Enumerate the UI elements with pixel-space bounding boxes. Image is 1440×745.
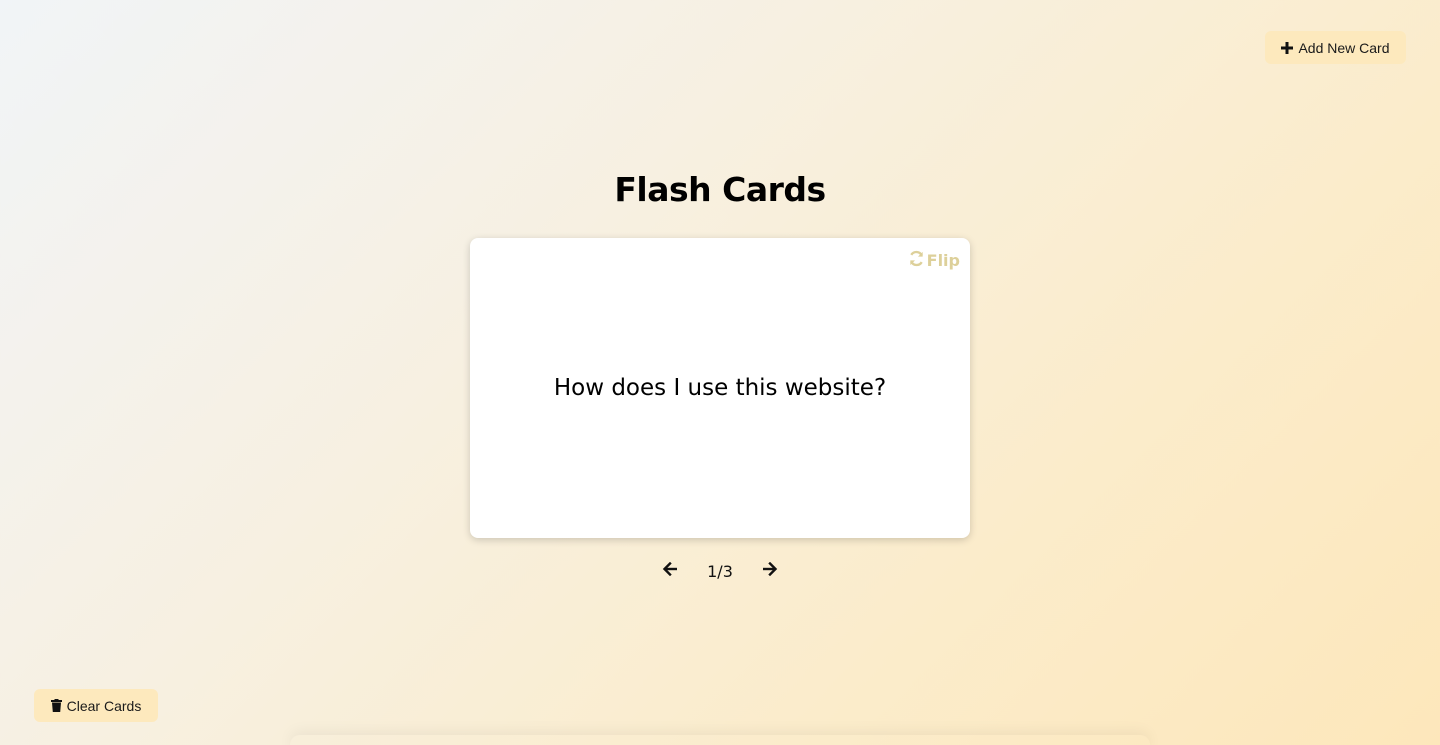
clear-cards-button[interactable]: Clear Cards <box>34 689 158 722</box>
arrow-left-icon <box>662 561 678 581</box>
add-new-card-button[interactable]: Add New Card <box>1265 31 1406 64</box>
plus-icon <box>1281 41 1294 54</box>
card-navigation: 1/3 <box>0 558 1440 584</box>
card-counter: 1/3 <box>707 561 733 581</box>
arrow-right-icon <box>762 561 778 581</box>
next-card-button[interactable] <box>752 558 788 584</box>
bottom-panel-edge <box>290 735 1150 745</box>
add-new-card-label: Add New Card <box>1298 39 1390 56</box>
card-question: How does I use this website? <box>553 375 887 401</box>
previous-card-button[interactable] <box>652 558 688 584</box>
flash-card[interactable]: Flip How does I use this website? <box>470 238 970 538</box>
clear-cards-label: Clear Cards <box>66 697 142 714</box>
page-title: Flash Cards <box>614 170 826 209</box>
trash-icon <box>50 699 62 712</box>
